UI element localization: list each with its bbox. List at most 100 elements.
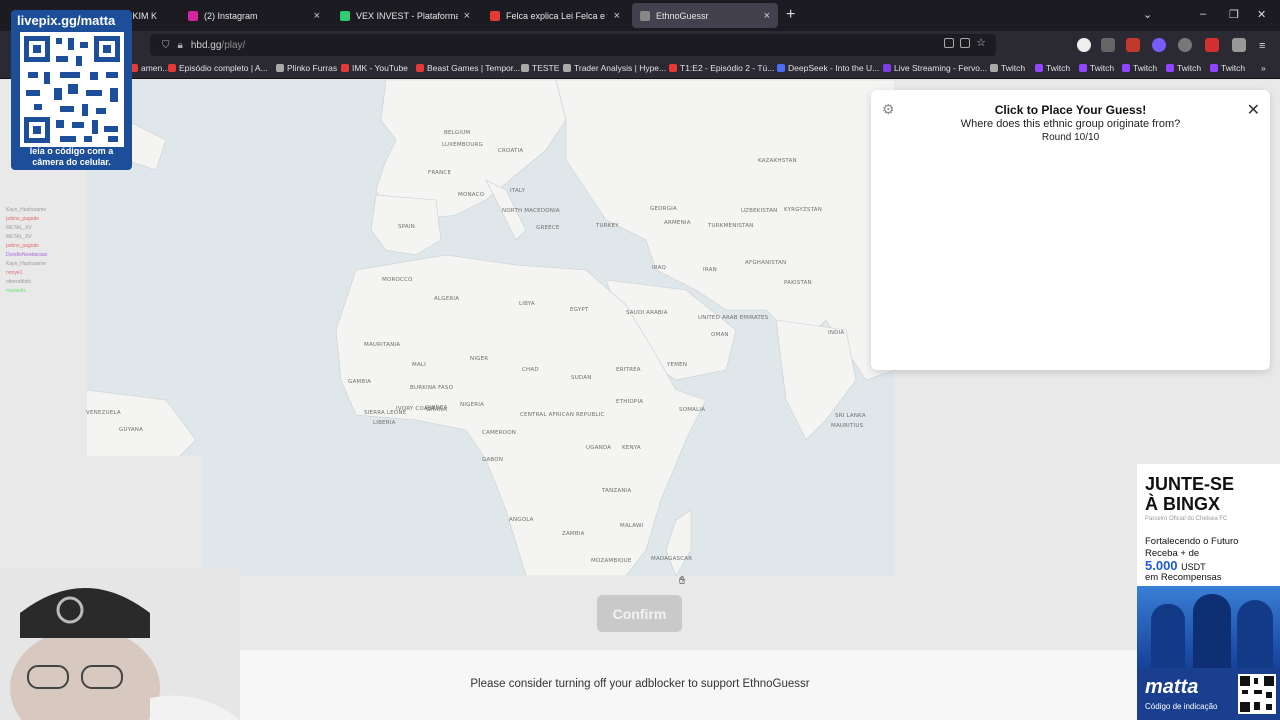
tab-title: Felca explica Lei Felca e faz aler: [506, 10, 608, 21]
bookmark-label: Twitch: [1133, 63, 1158, 73]
tab-title: EthnoGuessr: [656, 10, 709, 21]
tab-vex-invest[interactable]: VEX INVEST - Plataforma de Inv ×: [332, 3, 478, 28]
ad-amount-unit: USDT: [1181, 562, 1206, 572]
bookmark-icon: [276, 64, 284, 72]
bookmark-icon: [341, 64, 349, 72]
ad-qr-icon: [1238, 674, 1276, 714]
more-bookmarks-icon[interactable]: »: [1261, 63, 1266, 73]
map-country-label: BURKINA FASO: [410, 385, 454, 391]
bookmark-item[interactable]: Trader Analysis | Hype...: [563, 63, 666, 73]
map-country-label: GAMBIA: [348, 379, 372, 385]
address-bar[interactable]: ⛉ 🔒︎ hbd.gg/play/ ☆: [150, 34, 996, 56]
bingx-ad[interactable]: JUNTE-SE À BINGX Parceiro Oficial do Che…: [1137, 464, 1280, 720]
vex-icon: [340, 10, 350, 21]
world-map[interactable]: BELGIUM LUXEMBOURG FRANCE MONACO CROATIA SPAI…: [86, 80, 895, 576]
map-country-label: CROATIA: [498, 148, 524, 154]
reader-view-icon[interactable]: [944, 38, 955, 48]
map-country-label: ERITREA: [616, 367, 641, 373]
bookmark-label: Twitch: [1046, 63, 1071, 73]
map-country-label: MAURITIUS: [831, 423, 864, 429]
new-tab-button[interactable]: +: [786, 6, 795, 24]
adblock-icon[interactable]: [1205, 38, 1219, 52]
bookmark-label: T1:E2 - Episódio 2 - Tú...: [680, 63, 775, 73]
minimize-icon[interactable]: –: [1200, 8, 1206, 20]
shield-icon[interactable]: ⛉: [162, 40, 170, 51]
ad-players-photo: [1137, 586, 1280, 668]
map-country-label: TANZANIA: [602, 488, 632, 494]
bookmark-label: Plinko Furras: [287, 63, 338, 73]
extension-icon[interactable]: [1152, 38, 1166, 52]
bookmark-item[interactable]: Twitch: [1166, 63, 1201, 73]
bookmark-star-icon[interactable]: ☆: [976, 38, 986, 49]
stream-chat: Kayn_Hashurame pokno_pagode METAL_XV METAL_…: [6, 206, 86, 296]
tab-felca[interactable]: Felca explica Lei Felca e faz aler ×: [482, 3, 628, 28]
bookmark-item[interactable]: Twitch: [1035, 63, 1070, 73]
map-country-label: MALAWI: [620, 523, 644, 529]
confirm-button[interactable]: Confirm: [597, 595, 682, 632]
player-figure: [1151, 604, 1185, 668]
chat-line: METAL_XV: [6, 225, 32, 231]
ad-referral-label: Código de indicação: [1145, 702, 1218, 711]
close-tab-icon[interactable]: ×: [614, 10, 620, 22]
extensions-icon[interactable]: [1101, 38, 1115, 52]
bookmark-label: Live Streaming - Fervo...: [894, 63, 988, 73]
bookmark-icon: [563, 64, 571, 72]
lock-icon[interactable]: 🔒︎: [178, 40, 183, 51]
qr-instructions: leia o código com a câmera do celular.: [29, 146, 114, 167]
tab-instagram[interactable]: (2) Instagram ×: [180, 3, 328, 28]
bookmark-icon: [1166, 64, 1174, 72]
chat-line: METAL_XV: [6, 234, 32, 240]
ad-title: JUNTE-SE À BINGX: [1145, 474, 1234, 514]
window-close-icon[interactable]: ✕: [1257, 8, 1266, 21]
bookmark-label: Beast Games | Tempor...: [427, 63, 521, 73]
bookmark-label: Twitch: [1177, 63, 1202, 73]
bookmark-item[interactable]: T1:E2 - Episódio 2 - Tú...: [669, 63, 774, 73]
url-text: hbd.gg/play/: [191, 40, 246, 51]
tab-title: VEX INVEST - Plataforma de Inv: [356, 10, 458, 21]
map-country-label: CHAD: [522, 367, 539, 373]
page-background-patch: [86, 456, 202, 576]
qr-code-icon: [1240, 676, 1274, 712]
bookmark-item[interactable]: Twitch: [1122, 63, 1157, 73]
url-path: /play/: [221, 39, 246, 51]
map-country-label: OMAN: [711, 332, 729, 338]
extension-icon[interactable]: [1178, 38, 1192, 52]
extension-icon[interactable]: [1126, 38, 1140, 52]
ad-brand-bar: matta Código de indicação: [1137, 668, 1280, 720]
map-country-label: AFGHANISTAN: [745, 260, 787, 266]
extension-icon[interactable]: [1077, 38, 1091, 52]
bookmark-item[interactable]: Episódio completo | A...: [168, 63, 268, 73]
menu-icon[interactable]: ≡: [1259, 40, 1265, 52]
restore-icon[interactable]: ❐: [1229, 8, 1239, 21]
bookmark-item[interactable]: amen...: [130, 63, 169, 73]
close-tab-icon[interactable]: ×: [314, 10, 320, 22]
bookmark-item[interactable]: Twitch: [1210, 63, 1245, 73]
bookmark-item[interactable]: Live Streaming - Fervo...: [883, 63, 987, 73]
streamer-webcam: [0, 568, 240, 720]
bookmark-icon: [416, 64, 424, 72]
bookmark-item[interactable]: Twitch: [1079, 63, 1114, 73]
extension-icon[interactable]: [1232, 38, 1246, 52]
tab-list-icon[interactable]: ⌄: [1143, 8, 1152, 21]
qr-code-image: [20, 32, 124, 147]
ad-amount: 5.000 USDT: [1145, 558, 1206, 573]
bookmark-item[interactable]: Twitch: [990, 63, 1025, 73]
tab-ethnoguessr[interactable]: EthnoGuessr ×: [632, 3, 778, 28]
bookmark-item[interactable]: DeepSeek - Into the U...: [777, 63, 879, 73]
translate-icon[interactable]: [960, 38, 971, 48]
bookmark-item[interactable]: IMK - YouTube: [341, 63, 408, 73]
guess-panel: ⚙ Click to Place Your Guess! Where does …: [871, 90, 1270, 370]
map-country-label: GEORGIA: [650, 206, 677, 212]
bookmark-icon: [168, 64, 176, 72]
bookmark-item[interactable]: TESTE: [521, 63, 559, 73]
close-tab-icon[interactable]: ×: [464, 10, 470, 22]
bookmark-label: Twitch: [1221, 63, 1246, 73]
bookmark-item[interactable]: Beast Games | Tempor...: [416, 63, 520, 73]
bookmark-item[interactable]: Plinko Furras: [276, 63, 337, 73]
map-country-label: UZBEKISTAN: [741, 208, 778, 214]
close-tab-icon[interactable]: ×: [764, 10, 770, 22]
map-country-label: MOROCCO: [382, 277, 413, 283]
map-country-label: NORTH MACEDONIA: [502, 208, 560, 214]
ad-amount-value: 5.000: [1145, 558, 1178, 573]
close-icon[interactable]: ✕: [1247, 100, 1260, 120]
